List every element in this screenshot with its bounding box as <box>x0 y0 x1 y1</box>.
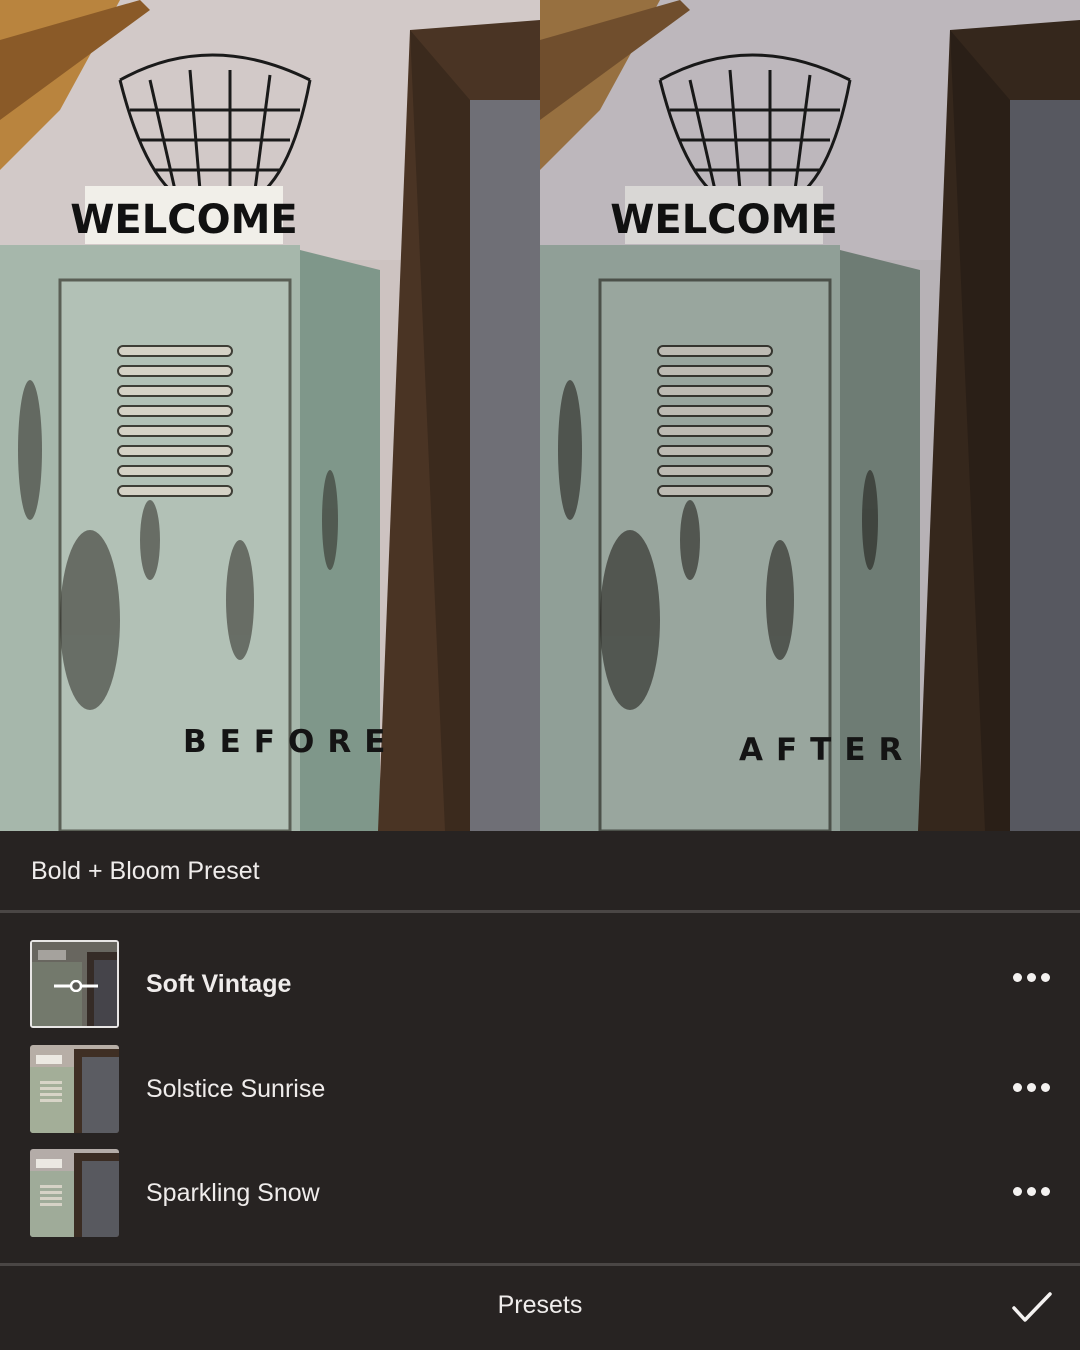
after-photo: WELCOME <box>540 0 1080 831</box>
adjust-sliders-icon <box>54 980 98 992</box>
before-scene: WELCOME <box>0 0 540 831</box>
divider <box>0 1263 1080 1266</box>
preset-label: Soft Vintage <box>146 970 292 998</box>
preset-thumbnail <box>30 1045 119 1133</box>
before-label: BEFORE <box>183 724 399 760</box>
before-photo: WELCOME <box>0 0 540 831</box>
svg-text:WELCOME: WELCOME <box>610 197 837 243</box>
preset-item-sparkling-snow[interactable]: Sparkling Snow <box>0 1149 1080 1241</box>
preset-label: Sparkling Snow <box>146 1179 320 1207</box>
after-label: AFTER <box>739 732 916 768</box>
presets-tab-label[interactable]: Presets <box>0 1291 1080 1320</box>
checkmark-icon[interactable] <box>1010 1290 1054 1324</box>
panel-title: Bold + Bloom Preset <box>31 857 260 885</box>
preset-item-soft-vintage[interactable]: Soft Vintage <box>0 940 1080 1032</box>
preset-label: Solstice Sunrise <box>146 1075 326 1103</box>
before-after-comparison: WELCOME WELCOME BEFORE AFTER <box>0 0 1080 831</box>
more-options-icon[interactable] <box>1013 1185 1051 1199</box>
after-scene: WELCOME <box>540 0 1080 831</box>
preset-thumbnail <box>30 940 119 1028</box>
more-options-icon[interactable] <box>1013 971 1051 985</box>
more-options-icon[interactable] <box>1013 1081 1051 1095</box>
preset-thumbnail <box>30 1149 119 1237</box>
svg-text:WELCOME: WELCOME <box>70 197 297 243</box>
divider <box>0 910 1080 913</box>
preset-item-solstice-sunrise[interactable]: Solstice Sunrise <box>0 1045 1080 1137</box>
